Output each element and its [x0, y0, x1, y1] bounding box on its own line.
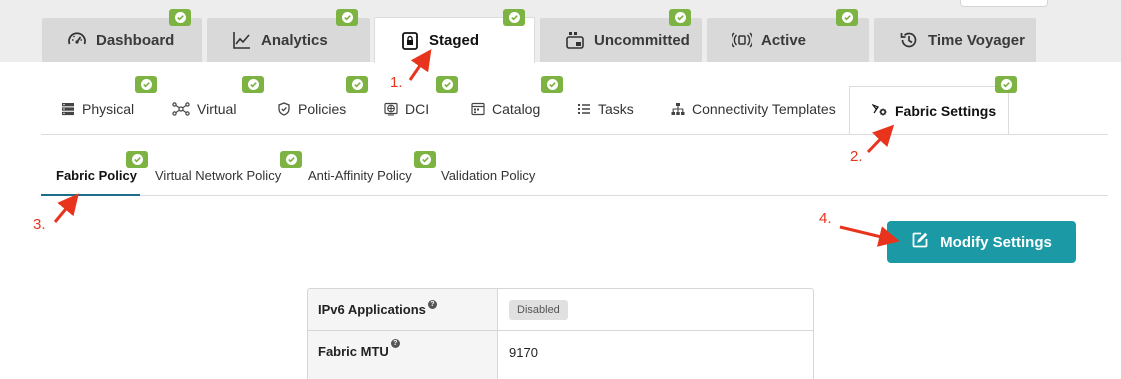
network-icon [172, 102, 190, 116]
check-badge-icon [836, 9, 858, 26]
tab-label: Uncommitted [594, 31, 690, 49]
subtab-label: DCI [405, 101, 430, 117]
subtab-label: Policies [298, 101, 347, 117]
hierarchy-icon [671, 102, 685, 116]
check-badge-icon [336, 9, 358, 26]
check-badge-icon [242, 76, 264, 93]
server-icon [61, 102, 75, 116]
check-badge-icon [541, 76, 563, 93]
policy-tab-divider [41, 195, 1108, 196]
annotation-step-4: 4. [819, 210, 832, 227]
annotation-step-2: 2. [850, 148, 863, 165]
tab-label: Staged [429, 32, 480, 49]
check-badge-icon [503, 9, 525, 26]
annotation-step-3: 3. [33, 216, 46, 233]
lock-icon [399, 30, 421, 52]
subtab-fabric-settings[interactable]: Fabric Settings [849, 86, 1009, 135]
subtab-physical[interactable]: Physical [61, 95, 134, 123]
subtab-label: Fabric Settings [895, 103, 997, 119]
broadcast-icon [731, 29, 753, 51]
policy-tab-anti-affinity-policy[interactable]: Anti-Affinity Policy [308, 168, 412, 183]
policy-tab-validation-policy[interactable]: Validation Policy [441, 168, 535, 183]
arrow-3 [53, 193, 79, 223]
arrow-4 [839, 225, 900, 247]
status-badge: Disabled [509, 299, 568, 320]
fabric-policy-table: IPv6 Applications ? Disabled Fabric MTU … [307, 288, 814, 379]
fabric-settings-icon [871, 102, 888, 121]
modify-settings-button[interactable]: Modify Settings [887, 221, 1076, 263]
check-badge-icon [346, 76, 368, 93]
setting-value-cell: 9170 [498, 331, 813, 379]
check-badge-icon [669, 9, 691, 26]
subtab-label: Tasks [598, 101, 634, 117]
check-badge-icon [414, 151, 436, 168]
subtab-virtual[interactable]: Virtual [172, 95, 236, 123]
tab-time-voyager[interactable]: Time Voyager [874, 18, 1036, 62]
speedometer-icon [66, 29, 88, 51]
help-icon[interactable]: ? [427, 300, 437, 309]
subtab-policies[interactable]: Policies [277, 95, 346, 123]
tab-label: Active [761, 31, 807, 49]
subtab-divider [41, 134, 1108, 135]
table-row: Fabric MTU ? 9170 [308, 331, 813, 379]
history-icon [898, 29, 920, 51]
check-badge-icon [280, 151, 302, 168]
setting-key: IPv6 Applications [318, 302, 426, 317]
subtab-label: Physical [82, 101, 135, 117]
globe-icon [384, 102, 398, 116]
subtab-tasks[interactable]: Tasks [577, 95, 634, 123]
check-badge-icon [135, 76, 157, 93]
setting-value: 9170 [509, 345, 538, 360]
check-badge-icon [126, 151, 148, 168]
edit-icon [911, 231, 929, 253]
line-chart-icon [231, 29, 253, 51]
subtab-connectivity-templates[interactable]: Connectivity Templates [671, 95, 836, 123]
tab-label: Analytics [261, 31, 328, 49]
subtab-label: Catalog [492, 101, 541, 117]
list-icon [577, 102, 591, 116]
table-row: IPv6 Applications ? Disabled [308, 289, 813, 331]
top-right-control[interactable] [960, 0, 1048, 7]
help-icon[interactable]: ? [390, 339, 400, 348]
subtab-dci[interactable]: DCI [384, 95, 429, 123]
uncommitted-icon [564, 29, 586, 51]
policy-tab-virtual-network-policy[interactable]: Virtual Network Policy [155, 168, 281, 183]
subtab-label: Virtual [197, 101, 237, 117]
setting-key-cell: IPv6 Applications ? [308, 289, 498, 330]
tab-label: Dashboard [96, 31, 175, 49]
subtab-label: Connectivity Templates [692, 101, 836, 117]
check-badge-icon [436, 76, 458, 93]
subtab-catalog[interactable]: Catalog [471, 95, 540, 123]
setting-value-cell: Disabled [498, 289, 813, 330]
shield-icon [277, 102, 291, 116]
policy-tab-fabric-policy[interactable]: Fabric Policy [56, 168, 137, 183]
check-badge-icon [169, 9, 191, 26]
annotation-step-1: 1. [390, 74, 403, 91]
catalog-icon [471, 102, 485, 116]
setting-key-cell: Fabric MTU ? [308, 331, 498, 379]
check-badge-icon [995, 76, 1017, 93]
modify-settings-label: Modify Settings [940, 233, 1052, 251]
setting-key: Fabric MTU [318, 344, 389, 359]
active-tab-underline [41, 194, 140, 196]
tab-label: Time Voyager [928, 31, 1025, 49]
